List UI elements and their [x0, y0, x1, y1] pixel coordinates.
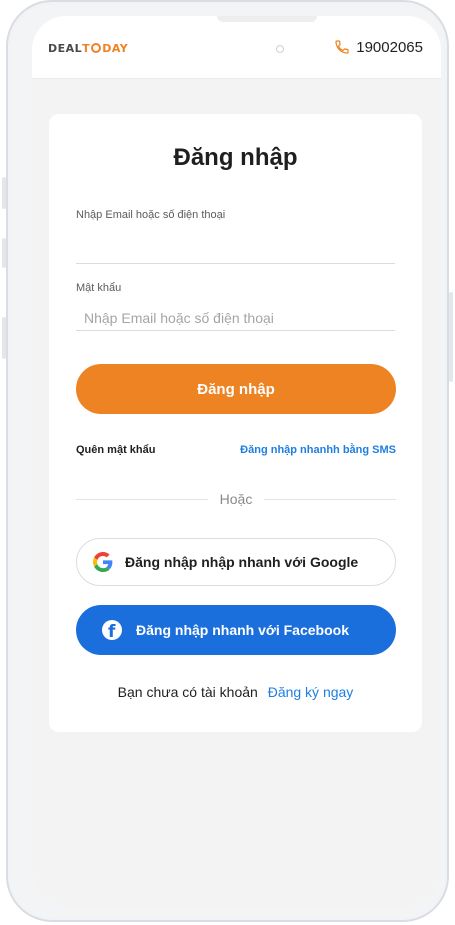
divider-line-right: [264, 498, 396, 500]
login-button[interactable]: Đăng nhập: [76, 364, 396, 414]
register-row: Bạn chưa có tài khoản Đăng ký ngay: [49, 684, 422, 700]
password-field[interactable]: [76, 305, 395, 331]
no-account-text: Bạn chưa có tài khoản: [117, 684, 258, 700]
login-card: Đăng nhập Nhập Email hoặc số điện thoại …: [49, 114, 422, 732]
forgot-password-link[interactable]: Quên mật khẩu: [76, 444, 155, 456]
google-icon: [93, 552, 113, 572]
hotline-number: 19002065: [356, 38, 423, 56]
sms-login-link[interactable]: Đăng nhập nhanhh bằng SMS: [240, 444, 396, 456]
phone-icon: [335, 40, 349, 54]
top-bar: DEAL T DAY 19002065: [32, 16, 441, 79]
power-button: [449, 292, 453, 382]
logo-deal: DEAL: [48, 41, 83, 55]
email-field[interactable]: [76, 238, 395, 264]
screen: DEAL T DAY 19002065 Đăng nhập Nhập Email…: [32, 16, 441, 906]
mute-switch: [2, 317, 6, 359]
volume-up-button: [2, 177, 6, 209]
facebook-login-button[interactable]: f Đăng nhập nhanh với Facebook: [76, 605, 396, 655]
divider-line-left: [76, 498, 208, 500]
phone-frame: DEAL T DAY 19002065 Đăng nhập Nhập Email…: [2, 0, 453, 922]
link-row: Quên mật khẩu Đăng nhập nhanhh bằng SMS: [76, 444, 396, 456]
logo-to: T: [82, 41, 91, 55]
logo-ring-icon: [91, 43, 102, 53]
volume-down-button: [2, 238, 6, 268]
google-login-button[interactable]: Đăng nhập nhập nhanh với Google: [76, 538, 396, 586]
hotline[interactable]: 19002065: [334, 36, 423, 58]
logo[interactable]: DEAL T DAY: [48, 40, 128, 56]
or-label: Hoặc: [219, 491, 253, 507]
password-label: Mật khẩu: [76, 282, 122, 294]
facebook-login-label: Đăng nhập nhanh với Facebook: [136, 622, 349, 638]
facebook-icon: f: [102, 620, 122, 642]
notch: [217, 16, 317, 22]
google-login-label: Đăng nhập nhập nhanh với Google: [125, 554, 359, 570]
email-label: Nhập Email hoặc số điện thoại: [76, 209, 226, 221]
logo-day: DAY: [102, 41, 129, 55]
camera-icon: [276, 45, 284, 53]
page-title: Đăng nhập: [173, 144, 298, 171]
register-link[interactable]: Đăng ký ngay: [268, 684, 354, 700]
or-divider: Hoặc: [76, 489, 396, 509]
